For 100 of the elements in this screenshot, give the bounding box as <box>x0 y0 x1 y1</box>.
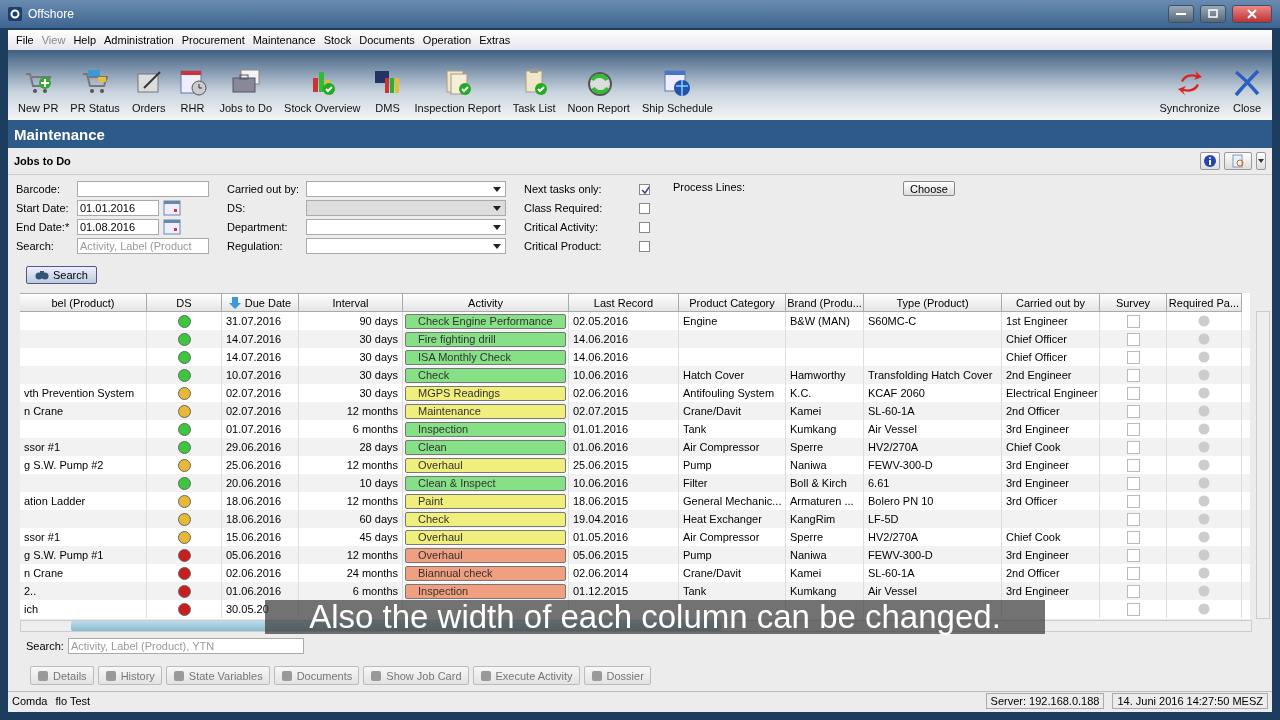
activity-tag: Paint <box>405 493 566 509</box>
table-cell: 02.07.2016 <box>226 405 282 417</box>
activity-tag: Check <box>405 367 566 383</box>
table-cell: Pump <box>683 459 712 471</box>
table-cell: Electrical Engineer <box>1006 387 1098 399</box>
table-cell: SL-60-1A <box>868 567 915 579</box>
field-label: Start Date: <box>16 202 70 214</box>
table-cell: 12 months <box>346 405 398 417</box>
table-cell: n Crane <box>24 405 64 417</box>
table-cell: 12 months <box>346 459 398 471</box>
table-cell: 02.06.2016 <box>226 567 282 579</box>
table-cell: KangRim <box>790 513 836 525</box>
activity-tag: Check Engine Performance <box>405 313 566 329</box>
activity-tag: Maintenance <box>405 403 566 419</box>
table-cell: Tank <box>683 585 707 597</box>
table-cell: Antifouling System <box>683 387 775 399</box>
table-cell: 12 months <box>346 495 398 507</box>
table-cell: K.C. <box>790 387 812 399</box>
table-cell: Pump <box>683 549 712 561</box>
table-cell: Kumkang <box>790 585 837 597</box>
activity-tag: Fire fighting drill <box>405 331 566 347</box>
window-title: Offshore <box>28 7 74 21</box>
field-label: Search: <box>26 640 64 652</box>
table-cell: SL-60-1A <box>868 405 915 417</box>
activity-tag: Overhaul <box>405 529 566 545</box>
table-cell: Hatch Cover <box>683 369 745 381</box>
table-cell: 02.05.2016 <box>573 315 629 327</box>
table-cell: 05.06.2016 <box>226 549 282 561</box>
activity-tag: Check <box>405 511 566 527</box>
activity-tag: Inspection <box>405 583 566 599</box>
table-cell: 10.06.2016 <box>573 369 629 381</box>
table-cell: 2.. <box>24 585 37 597</box>
table-cell: B&W (MAN) <box>790 315 850 327</box>
table-cell: 60 days <box>359 513 398 525</box>
table-cell: General Mechanic... <box>683 495 782 507</box>
table-cell: Chief Cook <box>1006 441 1061 453</box>
table-cell: 01.06.2016 <box>226 585 282 597</box>
field-label: Department: <box>227 221 289 233</box>
table-cell: 30 days <box>359 351 398 363</box>
field-label: Regulation: <box>227 240 284 252</box>
table-cell: 20.06.2016 <box>226 477 282 489</box>
table-cell: Engine <box>683 315 718 327</box>
status-text: Comda <box>12 695 48 707</box>
table-cell: 01.12.2015 <box>573 585 629 597</box>
table-cell: 19.04.2016 <box>573 513 629 525</box>
checkbox-label: Critical Activity: <box>524 221 599 233</box>
table-cell: Chief Officer <box>1006 333 1067 345</box>
table-cell: Air Compressor <box>683 531 760 543</box>
table-cell: Crane/Davit <box>683 567 742 579</box>
table-cell: Bolero PN 10 <box>868 495 934 507</box>
table-cell: 24 months <box>346 567 398 579</box>
table-cell: ssor #1 <box>24 441 61 453</box>
table-cell: 01.05.2016 <box>573 531 629 543</box>
status-text: flo Test <box>55 695 91 707</box>
table-cell: Kamei <box>790 567 822 579</box>
table-cell: Naniwa <box>790 459 827 471</box>
table-cell: 30 days <box>359 333 398 345</box>
table-cell: ation Ladder <box>24 495 86 507</box>
table-cell: Kumkang <box>790 423 837 435</box>
table-cell: Armaturen ... <box>790 495 854 507</box>
activity-tag: Clean <box>405 439 566 455</box>
table-cell: 45 days <box>359 531 398 543</box>
table-cell: HV2/270A <box>868 531 919 543</box>
table-cell: FEWV-300-D <box>868 549 933 561</box>
table-cell: 3rd Engineer <box>1006 459 1069 471</box>
activity-tag: Biannual check <box>405 565 566 581</box>
table-cell: 14.06.2016 <box>573 351 629 363</box>
table-cell: 28 days <box>359 441 398 453</box>
table-cell: 30 days <box>359 387 398 399</box>
table-cell: S60MC-C <box>868 315 917 327</box>
table-cell: Chief Officer <box>1006 351 1067 363</box>
table-cell: g S.W. Pump #2 <box>24 459 104 471</box>
table-cell: 02.06.2016 <box>573 387 629 399</box>
field-label: DS: <box>227 202 247 214</box>
table-cell: 3rd Officer <box>1006 495 1058 507</box>
table-cell: Chief Cook <box>1006 531 1061 543</box>
table-cell: KCAF 2060 <box>868 387 925 399</box>
table-cell: 3rd Engineer <box>1006 585 1069 597</box>
table-cell: 18.06.2016 <box>226 495 282 507</box>
table-cell: 14.07.2016 <box>226 351 282 363</box>
table-cell: 02.07.2016 <box>226 387 282 399</box>
table-cell: 14.07.2016 <box>226 333 282 345</box>
activity-tag: Overhaul <box>405 457 566 473</box>
table-cell: 12 months <box>346 549 398 561</box>
checkbox-label: Critical Product: <box>524 240 603 252</box>
activity-tag: ISA Monthly Check <box>405 349 566 365</box>
table-cell: Filter <box>683 477 708 489</box>
table-cell: Crane/Davit <box>683 405 742 417</box>
table-cell: 10 days <box>359 477 398 489</box>
table-cell: 30 days <box>359 369 398 381</box>
table-cell: 1st Engineer <box>1006 315 1068 327</box>
activity-tag: MGPS Readings <box>405 385 566 401</box>
table-cell: 15.06.2016 <box>226 531 282 543</box>
table-cell: 10.07.2016 <box>226 369 282 381</box>
table-cell: n Crane <box>24 567 64 579</box>
table-cell: g S.W. Pump #1 <box>24 549 104 561</box>
table-cell: 3rd Engineer <box>1006 423 1069 435</box>
table-cell: ich <box>24 603 39 615</box>
table-cell: 02.07.2015 <box>573 405 629 417</box>
table-cell: ssor #1 <box>24 531 61 543</box>
